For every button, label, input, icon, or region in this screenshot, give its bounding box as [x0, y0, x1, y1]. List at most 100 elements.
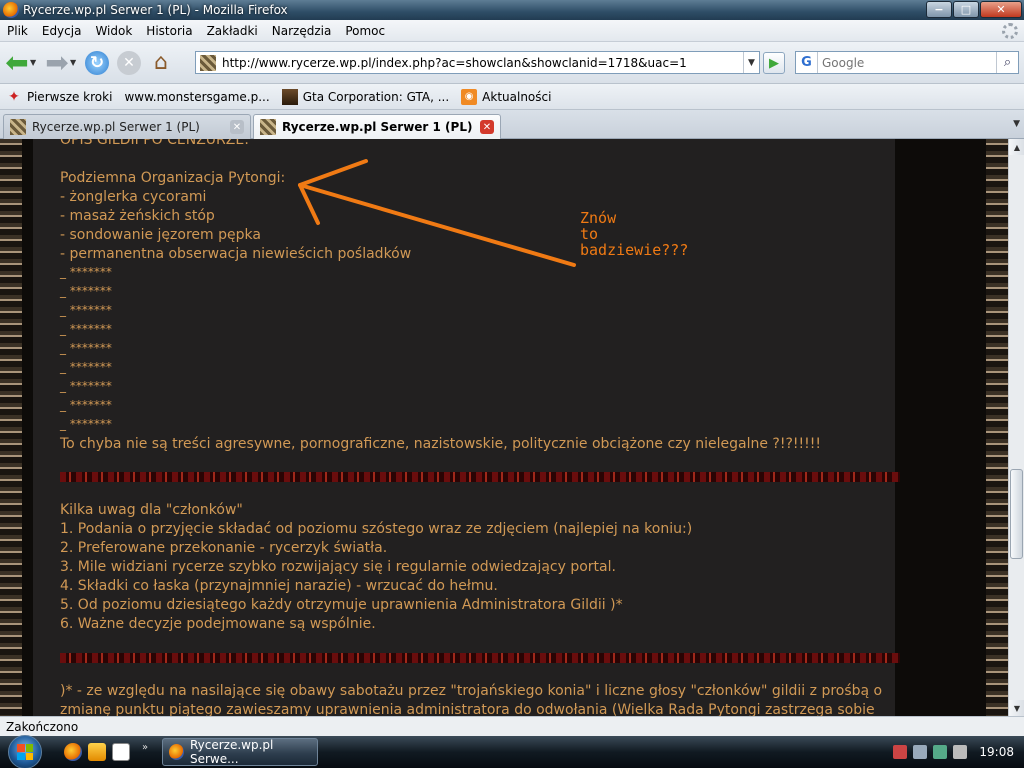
tab-rycerze-1[interactable]: Rycerze.wp.pl Serwer 1 (PL) ✕ — [3, 114, 251, 139]
stop-button[interactable]: ✕ — [114, 48, 144, 78]
menu-pomoc[interactable]: Pomoc — [338, 24, 392, 38]
bookmark-aktualnosci[interactable]: ◉ Aktualności — [455, 88, 557, 105]
bookmarks-toolbar: ✦ Pierwsze kroki www.monstersgame.p... G… — [0, 84, 1024, 238]
maximize-button[interactable]: □ — [953, 1, 979, 18]
search-engine-icon[interactable]: G — [796, 52, 818, 73]
quicklaunch-media-icon[interactable] — [88, 743, 106, 761]
taskbar-window-label: Rycerze.wp.pl Serwe... — [189, 738, 274, 766]
censored-item: _ ******* — [60, 284, 112, 298]
vertical-scrollbar[interactable]: ▲ ▼ — [1008, 139, 1024, 716]
footnote-text: zmianę punktu piątego zawieszamy uprawni… — [60, 702, 875, 716]
site-favicon-icon — [200, 54, 216, 71]
throbber-icon — [1002, 23, 1018, 39]
system-tray: 19:08 — [885, 736, 1024, 768]
censored-item: _ ******* — [60, 265, 112, 279]
scroll-thumb[interactable] — [1010, 469, 1023, 559]
list-item: - żonglerka cycorami — [60, 189, 207, 205]
window-title-bar[interactable]: Rycerze.wp.pl Serwer 1 (PL) - Mozilla Fi… — [0, 0, 1024, 20]
ornament-border-right — [986, 139, 1008, 716]
rule-item: 2. Preferowane przekonanie - rycerzyk św… — [60, 540, 388, 556]
section-header: OPIS GILDII PO CENZURZE: — [60, 139, 249, 148]
ornament-border-left — [0, 139, 22, 716]
search-input[interactable] — [818, 55, 996, 70]
list-item: - masaż żeńskich stóp — [60, 208, 215, 224]
window-controls: − □ ✕ — [926, 1, 1022, 18]
reload-button[interactable]: ↻ — [82, 48, 112, 78]
ornament-divider — [60, 472, 900, 482]
menu-historia[interactable]: Historia — [139, 24, 199, 38]
bookmark-label: Gta Corporation: GTA, ... — [302, 89, 450, 104]
rule-item: 6. Ważne decyzje podejmowane są wspólnie… — [60, 616, 376, 632]
url-text[interactable]: http://www.rycerze.wp.pl/index.php?ac=sh… — [222, 56, 743, 70]
menu-widok[interactable]: Widok — [88, 24, 139, 38]
quicklaunch-firefox-icon[interactable] — [64, 743, 82, 761]
tray-network-icon[interactable] — [933, 745, 948, 759]
censored-item: _ ******* — [60, 322, 112, 336]
org-title: Podziemna Organizacja Pytongi: — [60, 170, 286, 186]
censored-item: _ ******* — [60, 417, 112, 431]
menu-narzedzia[interactable]: Narzędzia — [265, 24, 339, 38]
forward-button[interactable]: ➡ — [42, 48, 72, 78]
window-title: Rycerze.wp.pl Serwer 1 (PL) - Mozilla Fi… — [23, 3, 288, 17]
menu-edycja[interactable]: Edycja — [35, 24, 89, 38]
menu-zakladki[interactable]: Zakładki — [200, 24, 265, 38]
tab-label: Rycerze.wp.pl Serwer 1 (PL) — [282, 120, 473, 134]
taskbar-firefox-window[interactable]: Rycerze.wp.pl Serwe... — [162, 738, 318, 766]
firefox-icon — [3, 2, 19, 18]
close-button[interactable]: ✕ — [980, 1, 1022, 18]
back-history-dropdown[interactable]: ▼ — [30, 58, 40, 67]
clock[interactable]: 19:08 — [979, 745, 1014, 759]
menu-bar: Plik Edycja Widok Historia Zakładki Narz… — [0, 20, 1024, 42]
tray-device-icon[interactable] — [913, 745, 928, 759]
home-icon: ⌂ — [154, 50, 168, 75]
list-item: - sondowanie jęzorem pępka — [60, 227, 261, 243]
bookmark-monstersgame[interactable]: www.monstersgame.p... — [0, 89, 275, 238]
tab-bar: Rycerze.wp.pl Serwer 1 (PL) ✕ Rycerze.wp… — [0, 110, 1024, 139]
footnote-text: )* - ze względu na nasilające się obawy … — [60, 683, 883, 699]
tab-rycerze-2[interactable]: Rycerze.wp.pl Serwer 1 (PL) ✕ — [253, 114, 501, 139]
start-button[interactable] — [8, 735, 48, 768]
censored-item: _ ******* — [60, 360, 112, 374]
windows-logo-icon — [8, 735, 42, 768]
firefox-icon — [169, 744, 184, 760]
url-dropdown-icon[interactable]: ▼ — [743, 52, 759, 73]
scroll-down-icon[interactable]: ▼ — [1009, 700, 1024, 716]
forward-history-dropdown[interactable]: ▼ — [70, 58, 80, 67]
minimize-button[interactable]: − — [926, 1, 952, 18]
tray-antivirus-icon[interactable] — [893, 745, 908, 759]
status-text: Zakończono — [6, 719, 79, 734]
firefox-red-icon: ✦ — [8, 88, 20, 105]
menu-plik[interactable]: Plik — [0, 24, 35, 38]
quicklaunch-show-desktop-icon[interactable] — [112, 743, 130, 761]
back-button[interactable]: ⬅ — [2, 48, 32, 78]
tab-list-dropdown-icon[interactable]: ▼ — [1013, 119, 1020, 129]
scroll-up-icon[interactable]: ▲ — [1009, 139, 1024, 155]
tray-volume-icon[interactable] — [953, 745, 968, 759]
go-button[interactable]: ▶ — [763, 52, 785, 74]
censored-item: _ ******* — [60, 341, 112, 355]
rule-item: 5. Od poziomu dziesiątego każdy otrzymuj… — [60, 597, 623, 613]
home-button[interactable]: ⌂ — [146, 48, 176, 78]
rss-icon: ◉ — [461, 88, 478, 105]
address-bar[interactable]: http://www.rycerze.wp.pl/index.php?ac=sh… — [195, 51, 760, 74]
tab-close-icon[interactable]: ✕ — [480, 120, 494, 134]
stop-icon: ✕ — [117, 50, 141, 75]
rule-item: 4. Składki co łaska (przynajmniej narazi… — [60, 578, 498, 594]
quicklaunch-more-icon[interactable]: » — [142, 742, 148, 753]
rule-item: 1. Podania o przyjęcie składać od poziom… — [60, 521, 693, 537]
bookmark-pierwsze-kroki[interactable]: ✦ Pierwsze kroki — [0, 89, 118, 105]
bookmark-label: Pierwsze kroki — [27, 89, 113, 104]
forward-arrow-icon: ➡ — [45, 45, 69, 79]
search-magnifier-icon[interactable]: ⌕ — [996, 52, 1018, 73]
ornament-divider — [60, 653, 900, 663]
windows-taskbar: » Rycerze.wp.pl Serwe... 19:08 — [0, 735, 1024, 768]
tab-close-icon[interactable]: ✕ — [230, 120, 244, 134]
site-favicon-icon — [10, 119, 26, 135]
status-bar: Zakończono — [0, 716, 1024, 736]
annotation-text: Znów to badziewie??? — [580, 209, 689, 259]
bookmark-gta-corporation[interactable]: Gta Corporation: GTA, ... — [276, 88, 455, 105]
bookmark-label: www.monstersgame.p... — [124, 89, 270, 104]
back-arrow-icon: ⬅ — [5, 45, 29, 79]
rule-item: 3. Mile widziani rycerze szybko rozwijaj… — [60, 559, 616, 575]
site-favicon-icon — [260, 119, 276, 135]
